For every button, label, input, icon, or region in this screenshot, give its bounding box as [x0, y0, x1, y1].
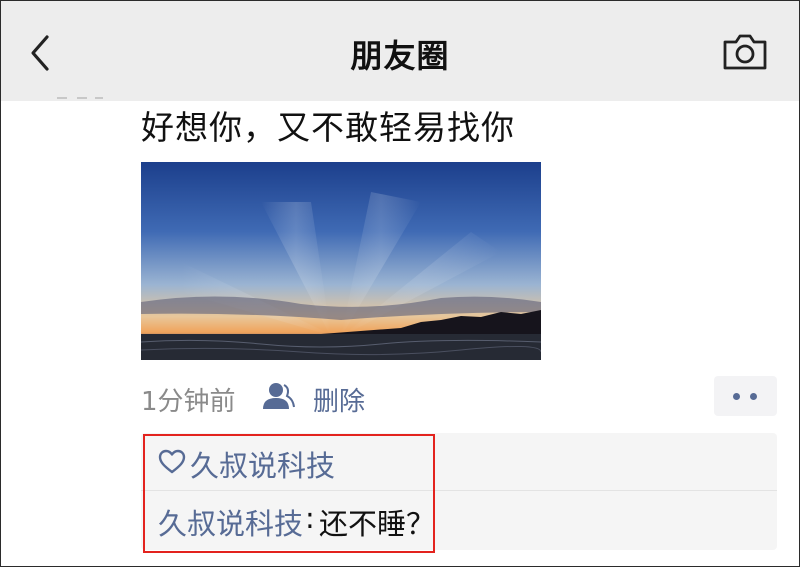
page-title: 朋友圈: [350, 37, 450, 75]
post-time: 1分钟前: [141, 387, 236, 417]
person-icon[interactable]: [261, 381, 295, 411]
moments-screen: 朋友圈 好想你，又不敢轻易找你 1分钟前 删除 久叔说科技 久叔说科技: 还不…: [0, 0, 800, 567]
delete-button[interactable]: 删除: [313, 381, 365, 418]
nav-bar: 朋友圈: [1, 1, 799, 101]
post-text: 好想你，又不敢轻易找你: [141, 108, 515, 147]
camera-button[interactable]: [721, 32, 769, 72]
post-photo[interactable]: [141, 162, 541, 360]
highlight-annotation: [143, 434, 435, 553]
more-button[interactable]: [714, 376, 777, 416]
camera-icon: [723, 34, 767, 70]
more-dots-icon: [733, 393, 740, 400]
avatar: [57, 97, 103, 99]
